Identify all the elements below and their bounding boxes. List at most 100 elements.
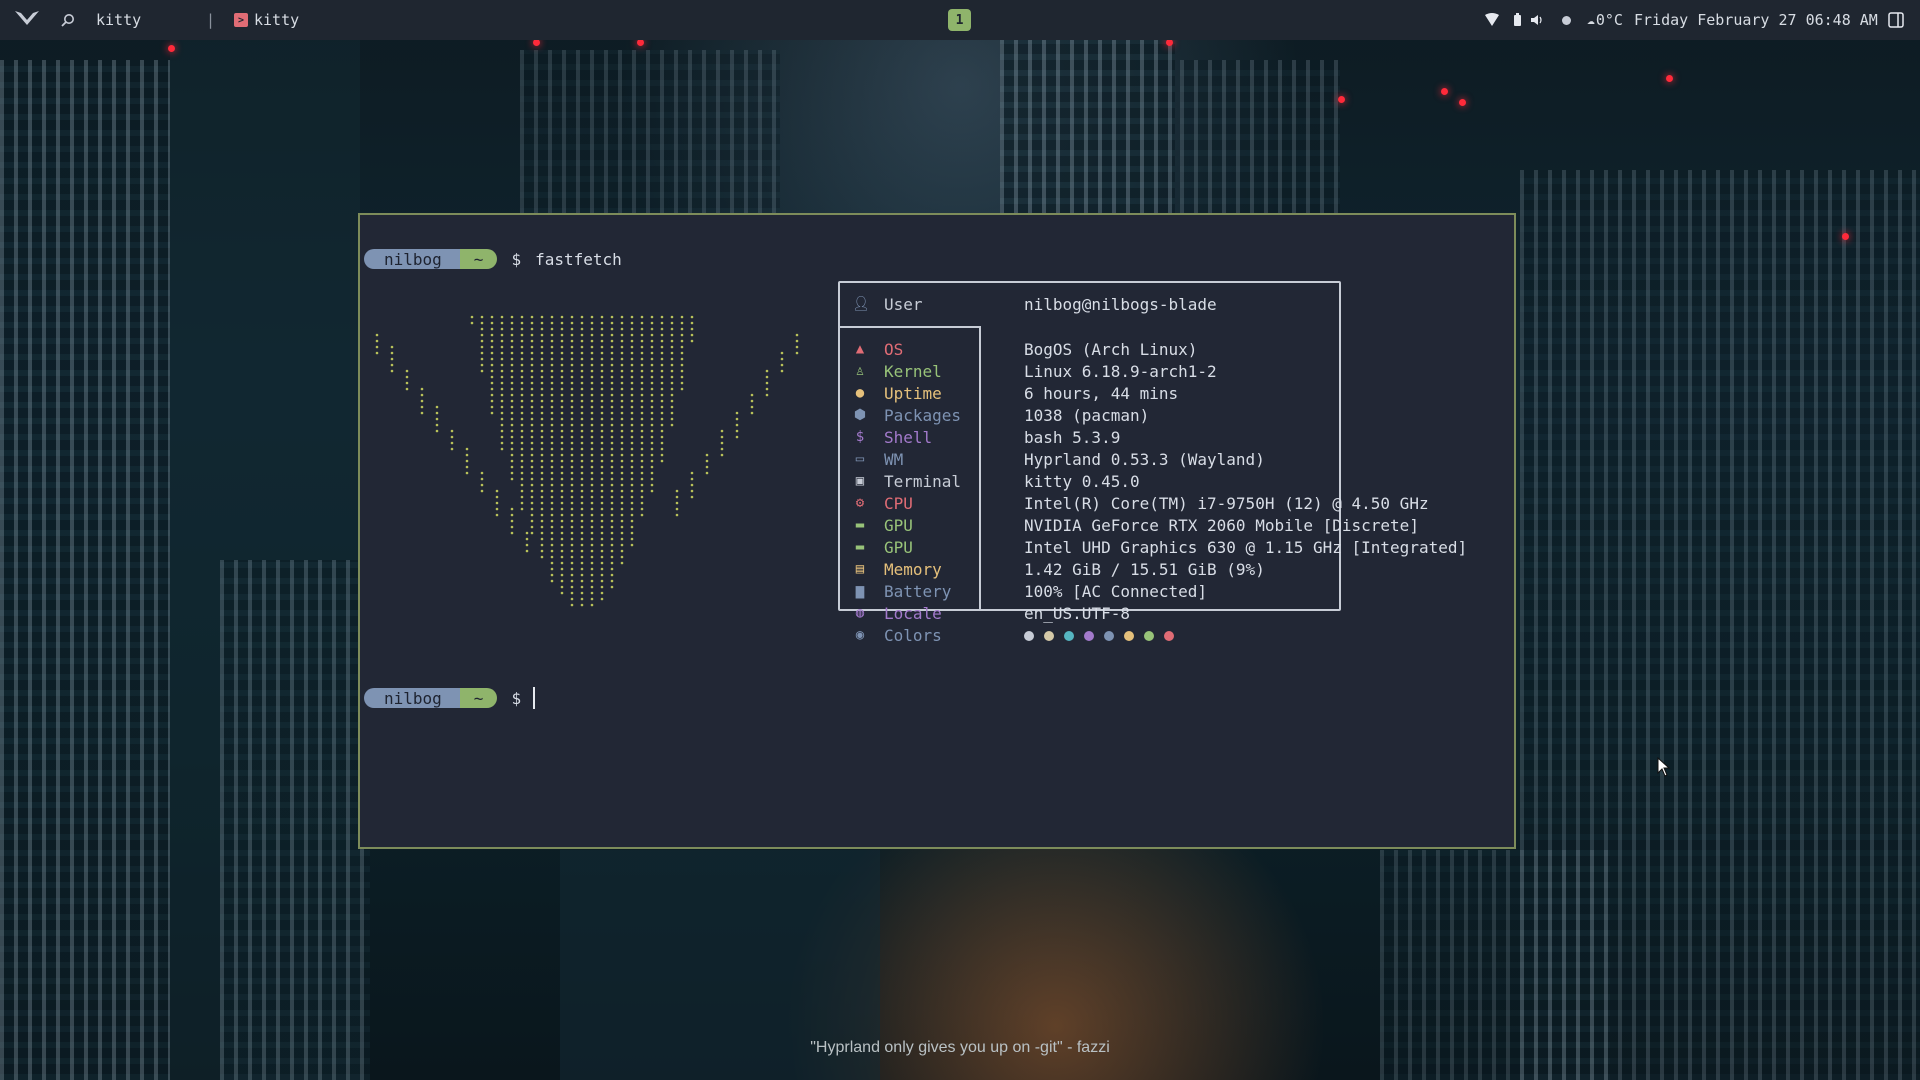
info-value: Intel(R) Core(TM) i7-9750H (12) @ 4.50 G… — [1024, 493, 1429, 513]
user-icon: 👤︎ — [852, 296, 870, 312]
info-value: BogOS (Arch Linux) — [1024, 339, 1198, 359]
info-value: 6 hours, 44 mins — [1024, 383, 1179, 403]
info-row-uptime: ● Uptime 6 hours, 44 mins — [840, 382, 1480, 404]
info-key: Terminal — [884, 471, 962, 491]
package-icon: ⬢ — [853, 407, 867, 423]
color-swatch — [1084, 631, 1094, 641]
prompt-line: nilbog ~ $ fastfetch — [364, 248, 622, 270]
terminal-icon: ▣ — [855, 473, 865, 489]
color-swatch — [1064, 631, 1074, 641]
info-value: NVIDIA GeForce RTX 2060 Mobile [Discrete… — [1024, 515, 1419, 535]
memory-icon: ▤ — [855, 561, 865, 577]
wifi-icon[interactable] — [1484, 0, 1500, 40]
info-row-os: ▲ OS BogOS (Arch Linux) — [840, 338, 1480, 360]
terminal-icon: > — [234, 13, 248, 27]
info-row-kernel: ♙ Kernel Linux 6.18.9-arch1-2 — [840, 360, 1480, 382]
linux-icon: ♙ — [855, 363, 865, 379]
battery-icon[interactable] — [1513, 0, 1522, 40]
info-row-gpu: ▬ GPU NVIDIA GeForce RTX 2060 Mobile [Disc… — [840, 514, 1480, 536]
fastfetch-info-box: 👤︎ User nilbog@nilbogs-blade ▲ OS BogOS (A… — [838, 281, 1467, 645]
info-value: en_US.UTF-8 — [1024, 603, 1130, 623]
globe-icon: ◍ — [855, 605, 865, 621]
search-icon[interactable] — [61, 0, 75, 40]
separator: | — [206, 11, 216, 29]
shell-icon: $ — [855, 429, 865, 445]
info-row-battery: ▆ Battery 100% [AC Connected] — [840, 580, 1480, 602]
gpu-icon: ▬ — [855, 517, 865, 533]
info-value: bash 5.3.9 — [1024, 427, 1121, 447]
color-swatch — [1024, 631, 1034, 641]
search-label[interactable]: kitty — [96, 0, 141, 40]
battery-icon: ▆ — [855, 583, 865, 599]
color-swatch — [1044, 631, 1054, 641]
info-value: 100% [AC Connected] — [1024, 581, 1208, 601]
info-key: Battery — [884, 581, 952, 601]
info-key: User — [884, 294, 923, 314]
prompt-symbol: $ — [511, 688, 522, 708]
clock[interactable]: Friday February 27 06:48 AM — [1634, 0, 1878, 40]
color-swatch — [1144, 631, 1154, 641]
info-key: OS — [884, 339, 904, 359]
mouse-pointer-icon — [1657, 756, 1671, 781]
info-row-locale: ◍ Locale en_US.UTF-8 — [840, 602, 1480, 624]
active-window-title: kitty — [254, 11, 300, 29]
info-key: Locale — [884, 603, 942, 623]
kitty-terminal-window[interactable]: nilbog ~ $ fastfetch 👤︎ User nilbog@nilb… — [358, 213, 1516, 849]
info-row-cpu: ⚙ CPU Intel(R) Core(TM) i7-9750H (12) @ 4.… — [840, 492, 1480, 514]
info-value: nilbog@nilbogs-blade — [1024, 294, 1217, 314]
launcher-button[interactable] — [14, 0, 40, 40]
info-row-gpu: ▬ GPU Intel UHD Graphics 630 @ 1.15 GHz [I… — [840, 536, 1480, 558]
arch-icon: ▲ — [855, 341, 865, 357]
color-swatch — [1104, 631, 1114, 641]
info-value: Hyprland 0.53.3 (Wayland) — [1024, 449, 1265, 469]
prompt-symbol: $ — [511, 249, 522, 269]
info-value: 1038 (pacman) — [1024, 405, 1150, 425]
info-row-packages: ⬢ Packages 1038 (pacman) — [840, 404, 1480, 426]
prompt-user: nilbog — [364, 688, 460, 708]
info-row-terminal: ▣ Terminal kitty 0.45.0 — [840, 470, 1480, 492]
active-window-item[interactable]: > kitty — [234, 0, 299, 40]
prompt-dir: ~ — [459, 249, 498, 269]
info-row-shell: $ Shell bash 5.3.9 — [840, 426, 1480, 448]
prompt-user: nilbog — [364, 249, 460, 269]
info-row-wm: ▭ WM Hyprland 0.53.3 (Wayland) — [840, 448, 1480, 470]
info-key: Packages — [884, 405, 962, 425]
workspace-1-button[interactable]: 1 — [948, 9, 971, 31]
info-key: CPU — [884, 493, 913, 513]
info-row-colors: ◉ Colors — [840, 624, 1480, 646]
info-key: Uptime — [884, 383, 942, 403]
text-cursor — [533, 687, 536, 709]
info-key: WM — [884, 449, 904, 469]
prompt-dir: ~ — [459, 688, 498, 708]
clock-icon: ● — [855, 385, 865, 401]
color-swatch — [1164, 631, 1174, 641]
fastfetch-logo — [368, 293, 808, 623]
info-key: Shell — [884, 427, 933, 447]
info-key: GPU — [884, 537, 913, 557]
info-value: Linux 6.18.9-arch1-2 — [1024, 361, 1217, 381]
volume-icon[interactable] — [1530, 0, 1544, 40]
info-key: Memory — [884, 559, 942, 579]
app-logo-icon — [14, 9, 40, 31]
sidebar-toggle-icon[interactable] — [1888, 0, 1904, 40]
weather-temp: 0°C — [1595, 11, 1623, 29]
info-value: Intel UHD Graphics 630 @ 1.15 GHz [Integ… — [1024, 537, 1468, 557]
wallpaper-caption: "Hyprland only gives you up on -git" - f… — [810, 1039, 1110, 1056]
gpu-icon: ▬ — [855, 539, 865, 555]
prompt-line-current[interactable]: nilbog ~ $ — [364, 687, 536, 709]
weather-item[interactable]: ☁ 0°C — [1587, 0, 1623, 40]
info-key: Kernel — [884, 361, 942, 381]
info-key: Colors — [884, 625, 942, 645]
info-key: GPU — [884, 515, 913, 535]
info-row-user: 👤︎ User nilbog@nilbogs-blade — [840, 293, 1480, 315]
info-value — [1024, 626, 1184, 645]
palette-icon: ◉ — [855, 627, 865, 643]
color-swatch — [1124, 631, 1134, 641]
cpu-icon: ⚙ — [855, 495, 865, 511]
command-text: fastfetch — [535, 249, 622, 269]
info-value: 1.42 GiB / 15.51 GiB (9%) — [1024, 559, 1265, 579]
window-icon: ▭ — [855, 451, 865, 467]
notification-dot-icon[interactable] — [1562, 0, 1571, 40]
weather-icon: ☁ — [1587, 12, 1595, 28]
top-bar: kitty | > kitty 1 ☁ 0°C Friday February … — [0, 0, 1920, 40]
